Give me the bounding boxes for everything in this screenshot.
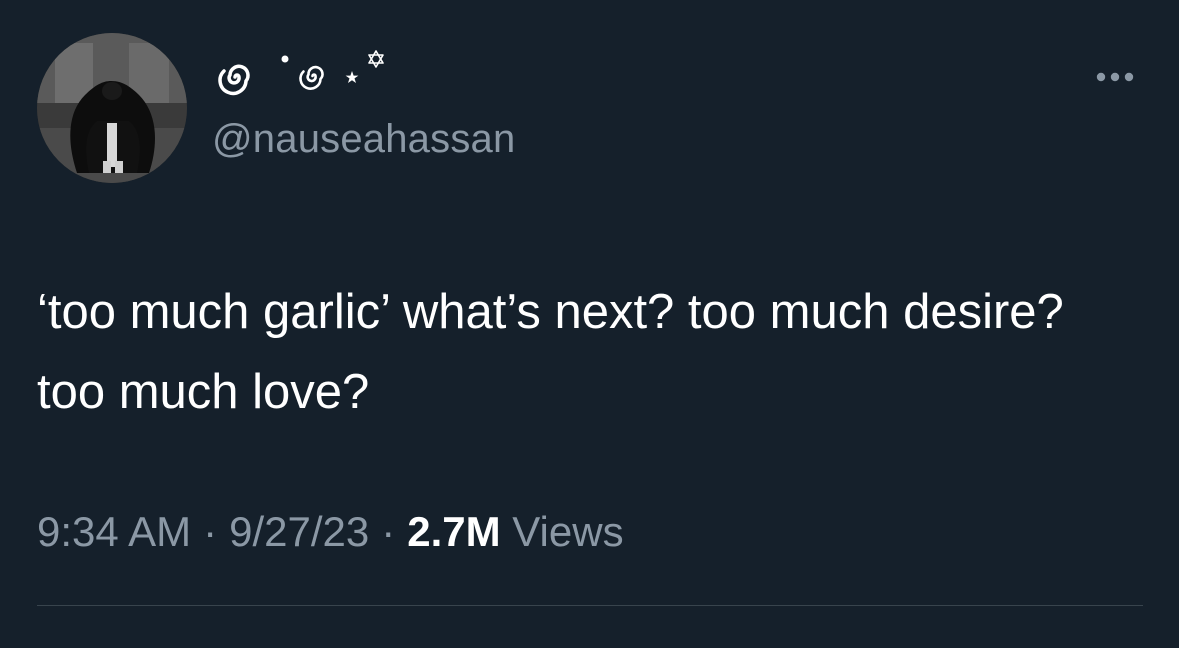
tweet-date[interactable]: 9/27/23 [229,508,369,555]
more-horizontal-icon [1096,72,1134,82]
views-label: Views [512,508,624,555]
star-of-david-icon [368,50,384,68]
dot-icon [281,55,289,63]
views-count: 2.7M [407,508,501,555]
spiral-icon [299,65,324,90]
meta-separator: · [381,508,396,555]
display-name[interactable] [212,46,412,106]
avatar[interactable] [37,33,187,183]
tweet-card: @nauseahassan ‘too much garlic’ what’s n… [0,0,1179,648]
avatar-photo [37,33,187,183]
tweet-time[interactable]: 9:34 AM [37,508,191,555]
tweet-meta: 9:34 AM · 9/27/23 · 2.7M Views [37,508,624,556]
author-handle[interactable]: @nauseahassan [212,117,515,162]
tweet-text: ‘too much garlic’ what’s next? too much … [37,285,1078,419]
spiral-icon [218,64,250,96]
meta-separator: · [203,508,218,555]
star-icon [345,71,359,83]
divider [37,605,1143,606]
more-options-button[interactable] [1092,60,1142,94]
